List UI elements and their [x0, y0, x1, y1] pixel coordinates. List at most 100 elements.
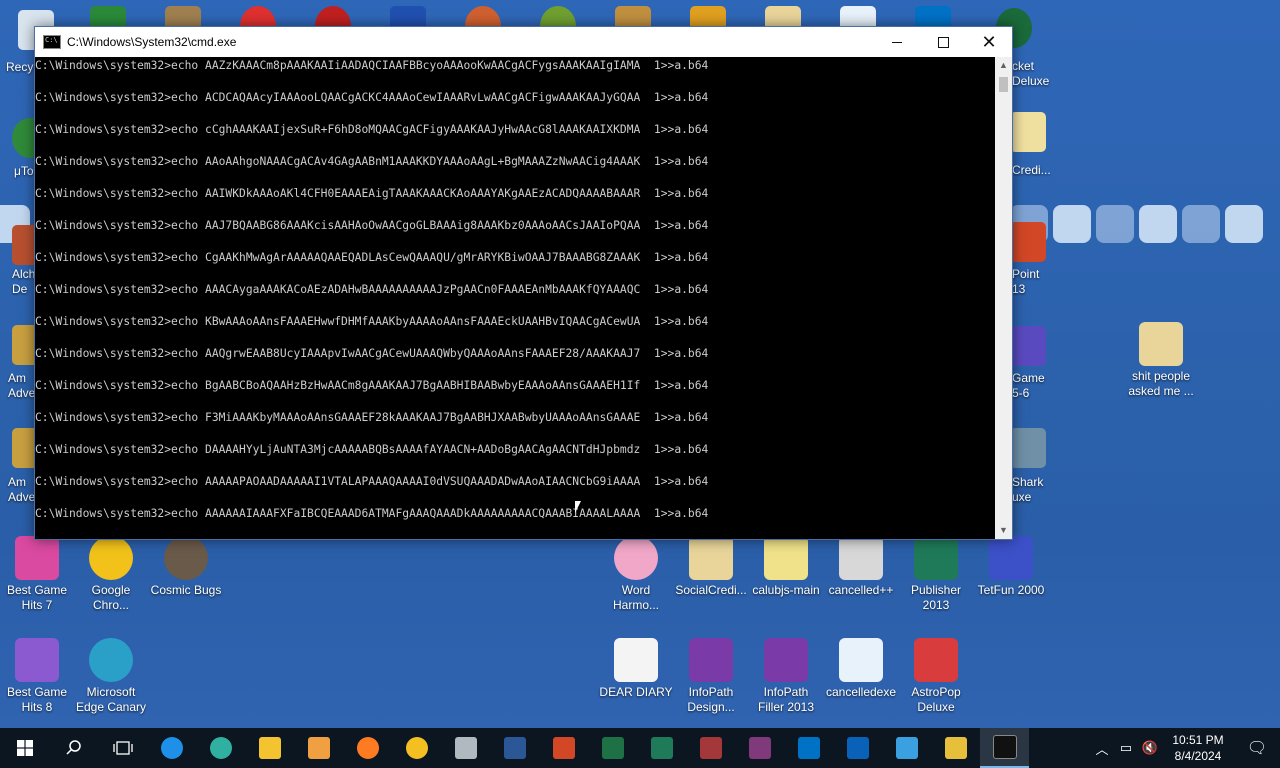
window-title: C:\Windows\System32\cmd.exe: [67, 35, 237, 49]
desktop-icon-label: cancelledexe: [825, 685, 897, 699]
folder-icon[interactable]: [1010, 112, 1046, 152]
chrome-canary-icon: [405, 737, 428, 759]
onenote-icon: [748, 737, 771, 759]
shark-icon[interactable]: [1010, 428, 1046, 468]
window-titlebar[interactable]: C:\Windows\System32\cmd.exe ✕: [35, 27, 1012, 57]
cmd-window[interactable]: C:\Windows\System32\cmd.exe ✕ C:\Windows…: [34, 26, 1013, 540]
close-button[interactable]: ✕: [966, 27, 1012, 57]
desktop-icon-tetfun-2000[interactable]: TetFun 2000: [974, 536, 1048, 598]
close-icon: ✕: [981, 31, 997, 52]
maximize-button[interactable]: [920, 27, 966, 57]
edge-canary-icon: [209, 737, 232, 759]
vertical-scrollbar[interactable]: ▲ ▼: [995, 57, 1012, 539]
taskbar-app-word[interactable]: [490, 728, 539, 768]
game-dice-icon[interactable]: [1010, 326, 1046, 366]
desktop-icon-publisher-2013[interactable]: Publisher 2013: [899, 536, 973, 613]
desktop-wallpaper-strip: [1010, 205, 1280, 243]
clock-date: 8/4/2024: [1174, 749, 1222, 763]
wallpaper-shape: [1139, 205, 1177, 243]
console-line: C:\Windows\system32>echo F3MiAAAKbyMAAAo…: [35, 411, 709, 424]
taskbar-app-cmd[interactable]: [980, 728, 1029, 768]
scrollbar-thumb[interactable]: [999, 77, 1008, 92]
taskbar: ︿ ▭ 🔇 10:51 PM 8/4/2024 🗨: [0, 728, 1280, 768]
flower-icon: [614, 536, 658, 580]
taskbar-app-access[interactable]: [686, 728, 735, 768]
taskbar-app-media[interactable]: [294, 728, 343, 768]
desktop-icon-dear-diary[interactable]: DEAR DIARY: [599, 638, 673, 700]
mouse-pointer-icon: [574, 500, 582, 514]
taskbar-app-edge-canary[interactable]: [196, 728, 245, 768]
desktop-icon-infopath-designer[interactable]: InfoPath Design...: [674, 638, 748, 715]
network-icon[interactable]: ▭: [1114, 740, 1138, 756]
console-line: C:\Windows\system32>echo BgAABCBoAQAAHzB…: [35, 379, 709, 392]
windows-logo-icon: [16, 740, 33, 756]
desktop-icon-infopath-filler[interactable]: InfoPath Filler 2013: [749, 638, 823, 715]
scroll-down-icon[interactable]: ▼: [995, 522, 1012, 539]
desktop-icon-socialcredit[interactable]: SocialCredi...: [674, 536, 748, 598]
taskbar-app-lync[interactable]: [833, 728, 882, 768]
desktop-icon-cancelled-plus-plus[interactable]: cancelled++: [824, 536, 898, 598]
wallpaper-shape: [1225, 205, 1263, 243]
excel-icon: [601, 737, 624, 759]
desktop-icon-label: SocialCredi...: [675, 583, 747, 597]
console-line: C:\Windows\system32>echo ACDCAQAAcyIAAAo…: [35, 91, 709, 104]
clock[interactable]: 10:51 PM 8/4/2024: [1162, 732, 1234, 764]
desktop-icon-cosmic-bugs[interactable]: Cosmic Bugs: [149, 536, 223, 598]
task-view-button[interactable]: [98, 728, 147, 768]
taskbar-app-excel[interactable]: [588, 728, 637, 768]
desktop-icon-edge-canary[interactable]: Microsoft Edge Canary: [74, 638, 148, 715]
system-tray: ︿ ▭ 🔇 10:51 PM 8/4/2024 🗨: [1090, 728, 1280, 768]
gear-icon: [839, 536, 883, 580]
task-view-icon: [112, 741, 133, 755]
desktop-icon-label: AstroPop Deluxe: [911, 685, 961, 714]
search-icon: [65, 740, 81, 755]
console-line: C:\Windows\system32>echo KBwAAAoAAnsFAAA…: [35, 315, 709, 328]
console-line: C:\Windows\system32>echo AAZzKAAACm8pAAA…: [35, 59, 709, 72]
taskbar-app-onenote[interactable]: [735, 728, 784, 768]
desktop-icon-best-game-hits-7[interactable]: Best Game Hits 7: [0, 536, 74, 613]
taskbar-app-outlook[interactable]: [784, 728, 833, 768]
console-line: C:\Windows\system32>echo AAJ7BQAABG86AAA…: [35, 219, 709, 232]
minimize-icon: [892, 41, 902, 43]
notification-icon[interactable]: 🗨: [1234, 738, 1280, 758]
desktop-icon-shit-people-asked-me[interactable]: shit people asked me ...: [1124, 322, 1198, 399]
desktop-icon-label: μTo: [14, 164, 34, 178]
taskbar-app-firefox[interactable]: [343, 728, 392, 768]
search-button[interactable]: [49, 728, 98, 768]
lync-icon: [846, 737, 869, 759]
chrome-icon: [89, 536, 133, 580]
desktop-icon-label: calubjs-main: [752, 583, 820, 597]
desktop-icon-calubjs-main[interactable]: calubjs-main: [749, 536, 823, 598]
taskbar-app-ie[interactable]: [147, 728, 196, 768]
minimize-button[interactable]: [874, 27, 920, 57]
desktop-icon-astropop-deluxe[interactable]: AstroPop Deluxe: [899, 638, 973, 715]
console-line: C:\Windows\system32>echo AAQgrwEAAB8UcyI…: [35, 347, 709, 360]
taskbar-app-file-explorer[interactable]: [245, 728, 294, 768]
desktop-icon-label: Google Chro...: [91, 583, 131, 612]
taskbar-app-yellow[interactable]: [931, 728, 980, 768]
desktop-icon-word-harmony[interactable]: Word Harmo...: [599, 536, 673, 613]
desktop-icon-google-chrome[interactable]: Google Chro...: [74, 536, 148, 613]
desktop-icon-best-game-hits-8[interactable]: Best Game Hits 8: [0, 638, 74, 715]
console-line: C:\Windows\system32>echo AAoAAhgoNAAACgA…: [35, 155, 709, 168]
word-document-icon: [614, 638, 658, 682]
console-line: C:\Windows\system32>echo CgAAKhMwAgArAAA…: [35, 251, 709, 264]
desktop-icon-label: Publisher 2013: [910, 583, 962, 612]
scroll-up-icon[interactable]: ▲: [995, 57, 1012, 74]
console-line: C:\Windows\system32>echo AAIWKDkAAAoAKl4…: [35, 187, 709, 200]
desktop-icon-label: Recy: [6, 60, 34, 74]
chevron-up-icon[interactable]: ︿: [1090, 739, 1114, 758]
taskbar-app-generic[interactable]: [441, 728, 490, 768]
edge-canary-icon: [89, 638, 133, 682]
bug-icon: [164, 536, 208, 580]
start-button[interactable]: [0, 728, 49, 768]
console-output[interactable]: C:\Windows\system32>echo AAZzKAAACm8pAAA…: [35, 57, 995, 539]
desktop-icon-cancelledexe[interactable]: cancelledexe: [824, 638, 898, 700]
desktop-icon-label: Alch De: [12, 267, 36, 296]
taskbar-app-publisher[interactable]: [637, 728, 686, 768]
taskbar-app-powerpoint[interactable]: [539, 728, 588, 768]
taskbar-app-blue[interactable]: [882, 728, 931, 768]
volume-muted-icon[interactable]: 🔇: [1138, 740, 1162, 756]
powerpoint-icon[interactable]: [1010, 222, 1046, 262]
taskbar-app-chrome-canary[interactable]: [392, 728, 441, 768]
